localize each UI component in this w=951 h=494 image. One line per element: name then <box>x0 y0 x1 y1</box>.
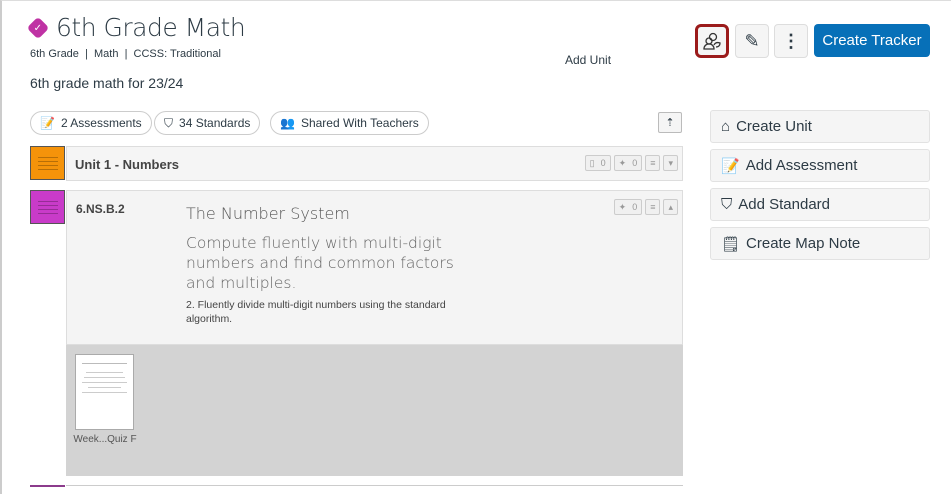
menu-button[interactable]: ≡ <box>645 155 661 171</box>
users-icon: 👥 <box>280 116 295 130</box>
unit-row[interactable]: Unit 1 - Numbers ▯ 0 ✦ 0 ≡ ▾ <box>66 146 683 181</box>
shield-check-icon: ⛉ <box>721 196 733 213</box>
tooltip-add-unit: Add Unit <box>565 53 612 67</box>
button-label: Create Unit <box>736 118 812 135</box>
standard-code: 6.NS.B.2 <box>76 202 125 216</box>
pill-label: 34 Standards <box>179 116 251 130</box>
share-teachers-button[interactable] <box>695 24 729 58</box>
assessment-icon: 📝 <box>721 157 740 175</box>
add-standard-button[interactable]: ⛉ Add Standard <box>710 188 930 221</box>
menu-icon: ≡ <box>650 158 656 168</box>
pencil-icon: ✎ <box>744 30 760 51</box>
pin-icon: ✦ <box>618 157 627 168</box>
button-label: Create Map Note <box>746 235 861 252</box>
divider <box>66 485 683 486</box>
next-row-edge <box>30 485 65 487</box>
assessment-icon: 📝 <box>40 116 55 130</box>
unit-drag-handle[interactable] <box>30 146 65 180</box>
document-icon: ▯ <box>589 157 595 168</box>
unit-icon: ⌂ <box>721 118 731 135</box>
standard-domain: The Number System <box>186 204 350 223</box>
count: 0 <box>632 202 638 212</box>
note-icon: 🗒 <box>721 235 741 253</box>
pill-label: Shared With Teachers <box>300 116 419 130</box>
shield-check-icon: ⛉ <box>164 115 174 130</box>
edit-button[interactable]: ✎ <box>735 24 769 58</box>
pin-icon: ✦ <box>618 201 627 212</box>
pins-count[interactable]: ✦ 0 <box>613 155 643 171</box>
standard-text: 2. Fluently divide multi-digit numbers u… <box>186 299 446 325</box>
add-assessment-button[interactable]: 📝 Add Assessment <box>710 149 930 182</box>
upload-icon: ⇡ <box>665 117 675 129</box>
course-description: 6th grade math for 23/24 <box>30 75 184 91</box>
standard-cluster: Compute fluently with multi-digit number… <box>186 234 454 292</box>
assessment-thumbnail[interactable] <box>75 354 134 430</box>
menu-button[interactable]: ≡ <box>645 199 661 215</box>
page-title: ✓ 6th Grade Math <box>26 13 246 42</box>
title-text: 6th Grade Math <box>56 13 246 42</box>
export-button[interactable]: ⇡ <box>658 112 682 133</box>
button-label: Add Standard <box>738 196 831 213</box>
shared-pill[interactable]: 👥 Shared With Teachers <box>270 111 429 135</box>
collapse-button[interactable]: ▴ <box>663 199 678 215</box>
documents-count[interactable]: ▯ 0 <box>584 155 611 171</box>
pill-label: 2 Assessments <box>60 116 142 130</box>
standard-row[interactable]: 6.NS.B.2 The Number System Compute fluen… <box>66 190 683 345</box>
assessments-pill[interactable]: 📝 2 Assessments <box>30 111 152 135</box>
standard-drag-handle[interactable] <box>30 190 65 224</box>
create-map-note-button[interactable]: 🗒 Create Map Note <box>710 227 930 260</box>
create-tracker-button[interactable]: Create Tracker <box>814 24 930 57</box>
create-unit-button[interactable]: ⌂ Create Unit <box>710 110 930 143</box>
count: 0 <box>632 158 638 168</box>
course-meta: 6th Grade | Math | CCSS: Traditional <box>30 48 221 60</box>
assessment-name[interactable]: Week...Quiz F <box>72 434 138 446</box>
assessments-area: Week...Quiz F <box>66 345 683 476</box>
more-vertical-icon: ⋮ <box>782 30 800 51</box>
expand-button[interactable]: ▾ <box>663 155 678 171</box>
verified-badge-icon: ✓ <box>26 16 50 39</box>
standards-pill[interactable]: ⛉ 34 Standards <box>154 111 261 135</box>
menu-icon: ≡ <box>650 202 656 212</box>
button-label: Add Assessment <box>745 157 858 174</box>
chevron-up-icon: ▴ <box>668 201 673 212</box>
more-options-button[interactable]: ⋮ <box>774 24 808 58</box>
unit-title: Unit 1 - Numbers <box>75 157 180 172</box>
count: 0 <box>600 158 606 168</box>
chevron-down-icon: ▾ <box>668 157 673 168</box>
pins-count[interactable]: ✦ 0 <box>613 199 643 215</box>
users-icon <box>703 32 721 50</box>
